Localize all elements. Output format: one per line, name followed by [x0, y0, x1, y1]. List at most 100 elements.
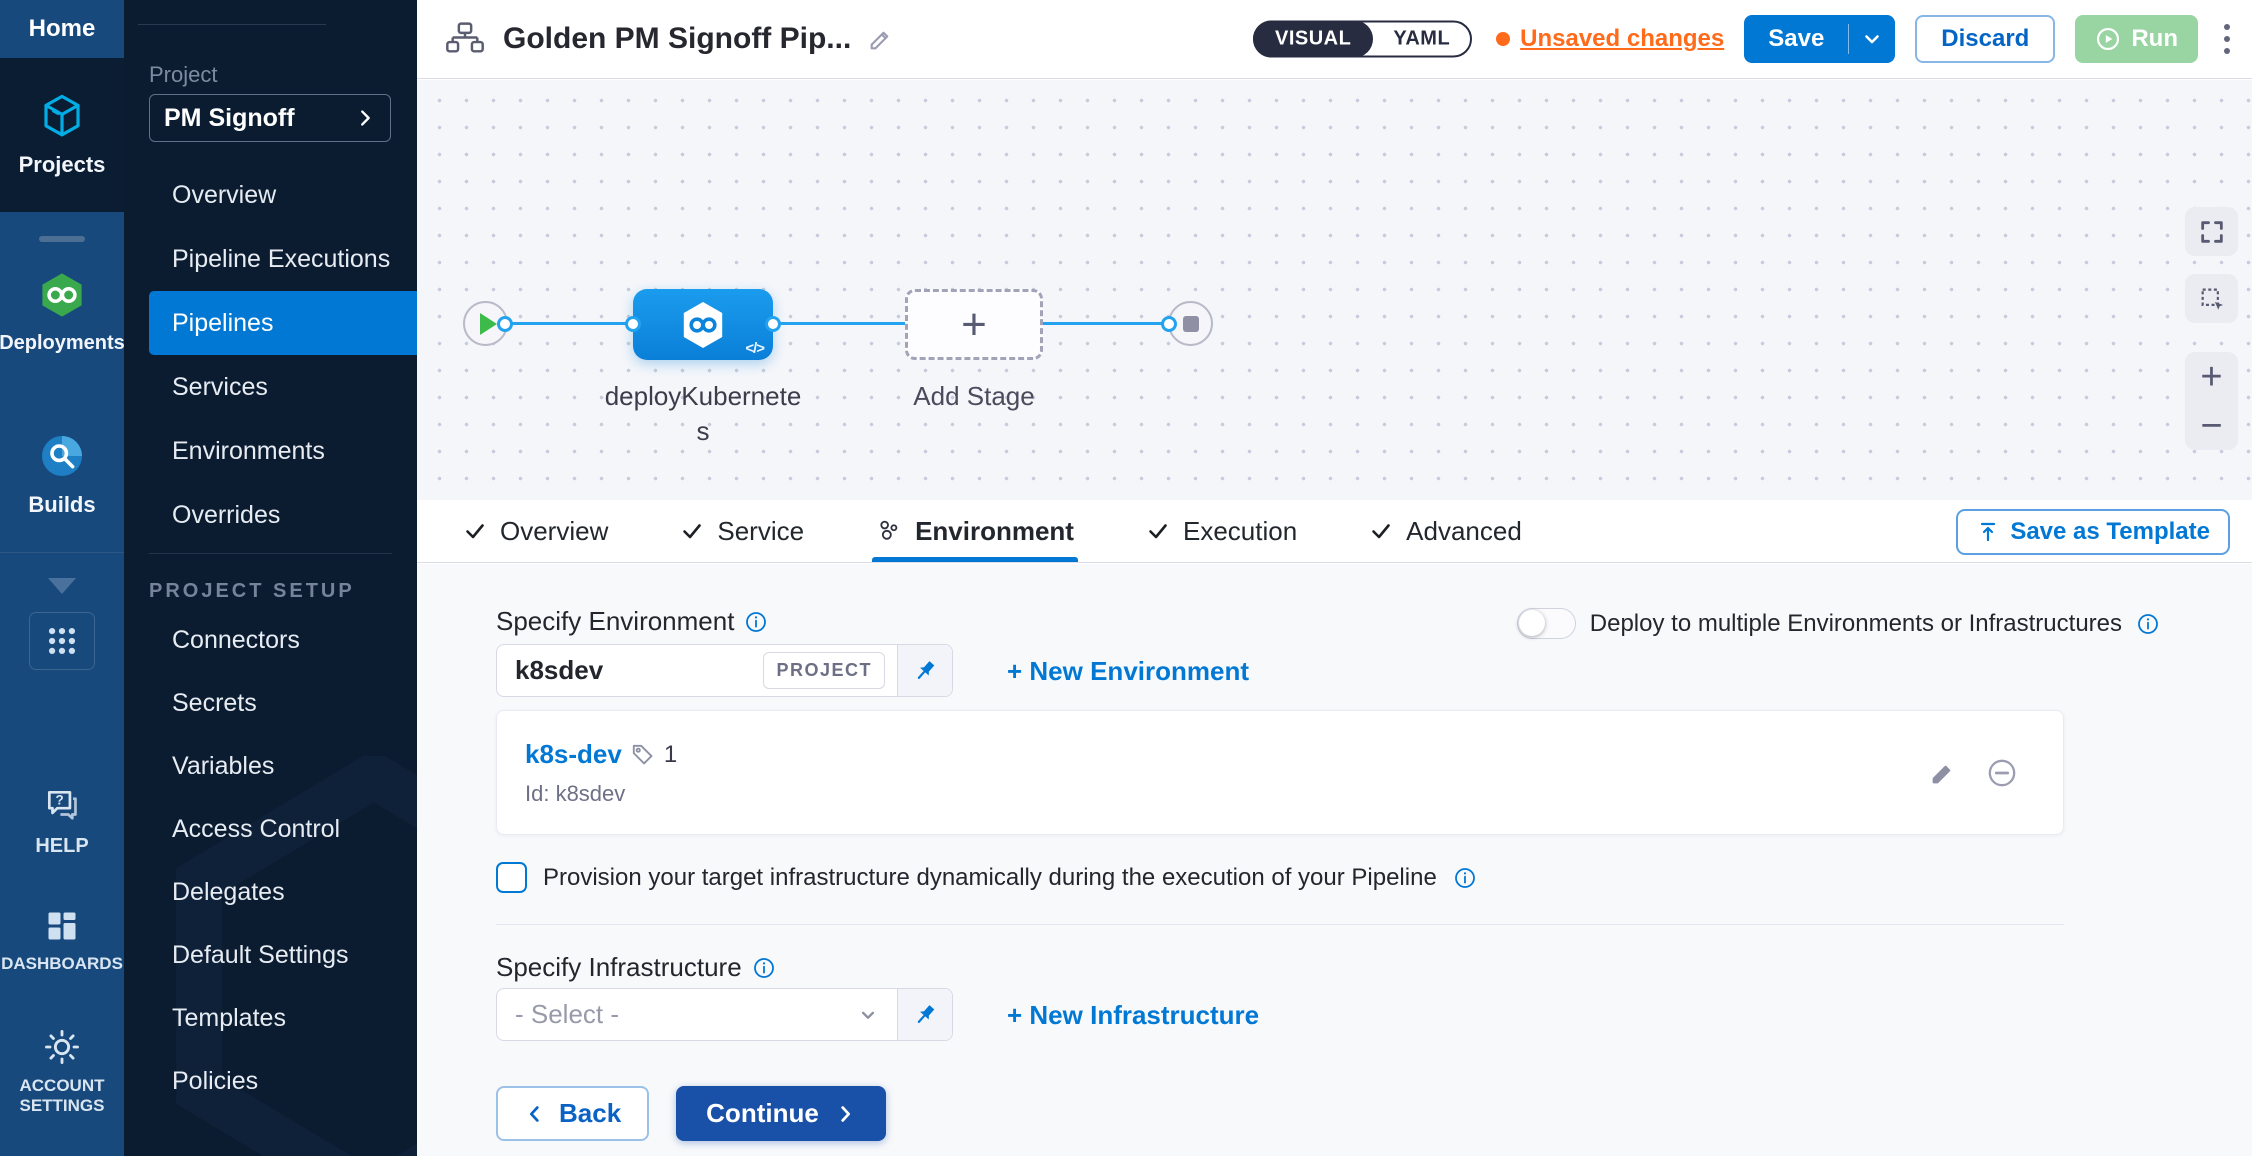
new-infrastructure-link[interactable]: + New Infrastructure [1007, 1000, 1259, 1031]
environment-card-header: k8s-dev 1 [525, 739, 677, 770]
save-as-template-button[interactable]: Save as Template [1956, 509, 2230, 555]
sidebar-item-overrides[interactable]: Overrides [124, 483, 417, 547]
svg-text:?: ? [56, 793, 64, 808]
environment-card: k8s-dev 1 Id: k8sdev [496, 710, 2064, 835]
nav-home[interactable]: Home [0, 0, 124, 58]
module-picker-button[interactable] [29, 612, 95, 670]
connector-port[interactable] [1161, 316, 1177, 332]
save-button[interactable]: Save [1744, 15, 1848, 63]
header-actions: Unsaved changes Save Discard Run [1496, 15, 2236, 63]
sidebar-item-templates[interactable]: Templates [124, 987, 417, 1050]
connector-port[interactable] [497, 316, 513, 332]
pipeline-canvas[interactable]: </> + deployKubernetes Add Stage + − [417, 80, 2252, 500]
unsaved-dot-icon [1496, 32, 1510, 46]
visual-yaml-toggle: VISUAL YAML [1253, 21, 1472, 58]
sidebar-item-pipelines[interactable]: Pipelines [149, 291, 417, 355]
stage-node-deploy[interactable]: </> [633, 289, 773, 360]
pin-icon [912, 658, 938, 684]
environment-icon [876, 518, 902, 544]
account-settings-label: ACCOUNT SETTINGS [12, 1076, 112, 1117]
help-label: HELP [35, 834, 88, 858]
add-stage-button[interactable]: + [905, 289, 1043, 360]
sidebar-item-overview[interactable]: Overview [124, 163, 417, 227]
edit-environment-button[interactable] [1929, 759, 1957, 787]
discard-button[interactable]: Discard [1915, 15, 2055, 63]
save-split-button: Save [1744, 15, 1895, 63]
sidebar-item-pipeline-executions[interactable]: Pipeline Executions [124, 227, 417, 291]
project-selector-name: PM Signoff [164, 104, 295, 133]
sidebar-item-access-control[interactable]: Access Control [124, 798, 417, 861]
zoom-out-button[interactable]: − [2185, 401, 2238, 450]
tab-overview[interactable]: Overview [463, 500, 608, 562]
connector-line [1043, 322, 1169, 325]
specify-environment-row: Specify Environment [496, 606, 768, 637]
nav-account-settings[interactable]: ACCOUNT SETTINGS [0, 1028, 124, 1117]
check-icon [1369, 519, 1393, 543]
toggle-visual[interactable]: VISUAL [1253, 21, 1373, 58]
sidebar-item-services[interactable]: Services [124, 355, 417, 419]
tab-environment[interactable]: Environment [876, 500, 1074, 562]
infrastructure-select[interactable]: - Select - [497, 989, 855, 1040]
environment-pin-button[interactable] [897, 645, 952, 696]
environment-name-link[interactable]: k8s-dev [525, 739, 622, 770]
toggle-yaml[interactable]: YAML [1373, 28, 1470, 51]
tab-service[interactable]: Service [680, 500, 804, 562]
project-selector[interactable]: PM Signoff [149, 94, 391, 142]
project-sidebar: Project PM Signoff Overview Pipeline Exe… [124, 0, 417, 1156]
info-icon[interactable] [1453, 866, 1477, 890]
canvas-select-button[interactable] [2185, 274, 2238, 323]
save-as-template-label: Save as Template [2010, 518, 2210, 546]
pipeline-graph-icon [445, 21, 485, 57]
module-projects[interactable]: Projects [0, 58, 124, 212]
toggle-knob [1519, 610, 1545, 636]
remove-environment-button[interactable] [1985, 756, 2019, 790]
run-button[interactable]: Run [2075, 15, 2198, 63]
start-play-icon [480, 313, 497, 335]
rail-dash-divider [39, 236, 85, 242]
canvas-zoom-controls: + − [2185, 352, 2238, 450]
nav-dashboards[interactable]: DASHBOARDS [0, 908, 124, 974]
continue-button[interactable]: Continue [676, 1086, 886, 1141]
sidebar-item-connectors[interactable]: Connectors [124, 609, 417, 672]
info-icon[interactable] [744, 610, 768, 634]
back-button[interactable]: Back [496, 1086, 649, 1141]
environment-input[interactable] [497, 645, 763, 696]
info-icon[interactable] [2136, 612, 2160, 636]
canvas-fullscreen-button[interactable] [2185, 207, 2238, 256]
sidebar-item-delegates[interactable]: Delegates [124, 861, 417, 924]
info-icon[interactable] [752, 956, 776, 980]
specify-infrastructure-label: Specify Infrastructure [496, 952, 742, 983]
sidebar-item-policies[interactable]: Policies [124, 1050, 417, 1113]
save-dropdown-button[interactable] [1849, 15, 1895, 63]
infrastructure-field-group: - Select - [496, 988, 953, 1041]
module-builds[interactable]: Builds [0, 432, 124, 518]
gear-icon [43, 1028, 81, 1066]
module-deployments[interactable]: Deployments [0, 270, 124, 355]
connector-port[interactable] [765, 316, 781, 332]
specify-infrastructure-row: Specify Infrastructure [496, 952, 776, 983]
unsaved-changes[interactable]: Unsaved changes [1496, 25, 1724, 53]
builds-label: Builds [28, 492, 95, 518]
unsaved-changes-label: Unsaved changes [1520, 25, 1724, 53]
edit-title-button[interactable] [867, 25, 895, 53]
sidebar-item-secrets[interactable]: Secrets [124, 672, 417, 735]
more-options-button[interactable] [2218, 20, 2236, 58]
select-chevron-icon[interactable] [855, 989, 881, 1040]
dashboards-icon [44, 908, 80, 944]
multi-deploy-toggle[interactable] [1517, 608, 1576, 639]
sidebar-item-default-settings[interactable]: Default Settings [124, 924, 417, 987]
tab-execution[interactable]: Execution [1146, 500, 1297, 562]
new-environment-link[interactable]: + New Environment [1007, 656, 1249, 687]
nav-help[interactable]: ? HELP [0, 786, 124, 858]
tab-advanced[interactable]: Advanced [1369, 500, 1522, 562]
connector-port[interactable] [625, 316, 641, 332]
sidebar-item-variables[interactable]: Variables [124, 735, 417, 798]
infrastructure-pin-button[interactable] [897, 989, 952, 1040]
chevron-right-icon [834, 1103, 856, 1125]
provision-checkbox[interactable] [496, 862, 527, 893]
sidebar-item-environments[interactable]: Environments [124, 419, 417, 483]
rollout-strategy-icon: </> [745, 340, 764, 357]
pin-icon [912, 1002, 938, 1028]
zoom-in-button[interactable]: + [2185, 352, 2238, 401]
collapse-modules-chevron-icon[interactable] [48, 578, 76, 594]
